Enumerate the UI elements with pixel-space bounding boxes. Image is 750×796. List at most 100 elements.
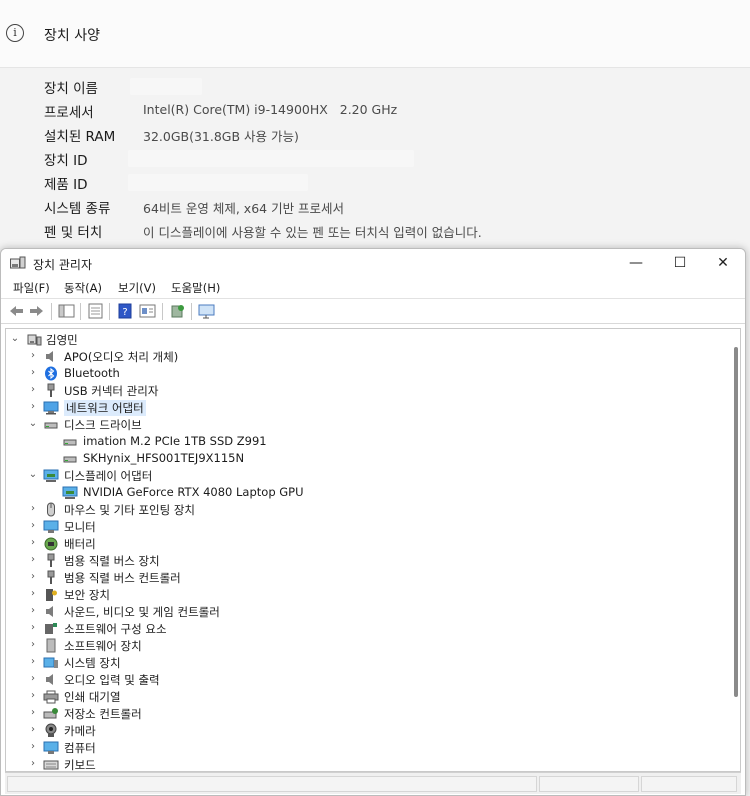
tree-node-computer[interactable]: › 컴퓨터: [6, 739, 406, 756]
tree-node-label: 시스템 장치: [64, 656, 121, 670]
tree-node-usb-connector[interactable]: › USB 커넥터 관리자: [6, 382, 406, 399]
properties-icon[interactable]: [87, 303, 104, 319]
network-adapter-icon: [43, 401, 59, 415]
collapse-chevron-icon[interactable]: ›: [28, 503, 38, 515]
collapse-chevron-icon[interactable]: ›: [28, 707, 38, 719]
collapse-chevron-icon[interactable]: ›: [28, 741, 38, 753]
tree-node-keyboard[interactable]: › 키보드: [6, 756, 406, 771]
collapse-chevron-icon[interactable]: ›: [28, 605, 38, 617]
tree-node-system-devices[interactable]: › 시스템 장치: [6, 654, 406, 671]
menu-file[interactable]: 파일(F): [13, 280, 50, 296]
collapse-chevron-icon[interactable]: ›: [28, 656, 38, 668]
tree-node-label: 모니터: [64, 520, 96, 534]
monitor-properties-icon[interactable]: [198, 303, 215, 319]
tree-node-mouse[interactable]: › 마우스 및 기타 포인팅 장치: [6, 501, 406, 518]
expand-chevron-icon[interactable]: ⌄: [28, 418, 38, 430]
menu-help[interactable]: 도움말(H): [171, 280, 220, 296]
show-hide-tree-icon[interactable]: [58, 303, 75, 319]
collapse-chevron-icon[interactable]: ›: [28, 690, 38, 702]
tree-node-storage-controllers[interactable]: › 저장소 컨트롤러: [6, 705, 406, 722]
tree-node-audio-io[interactable]: › 오디오 입력 및 출력: [6, 671, 406, 688]
collapse-chevron-icon[interactable]: ›: [28, 537, 38, 549]
tree-node-battery[interactable]: › 배터리: [6, 535, 406, 552]
collapse-chevron-icon[interactable]: ›: [28, 622, 38, 634]
collapse-chevron-icon[interactable]: ›: [28, 673, 38, 685]
storage-controller-icon: [43, 708, 58, 719]
minimize-button[interactable]: —: [613, 249, 659, 277]
tree-node-display-adapters[interactable]: ⌄ 디스플레이 어댑터: [6, 467, 406, 484]
device-tree[interactable]: ⌄ 김영민 › APO(오디오 처리 개체) › Bluetooth › USB…: [5, 328, 741, 772]
tree-node-label-selected: 네트워크 어댑터: [64, 400, 146, 416]
tree-node-label: APO(오디오 처리 개체): [64, 350, 179, 364]
view-icon[interactable]: [139, 303, 156, 319]
collapse-chevron-icon[interactable]: ›: [28, 758, 38, 770]
tree-node-network-adapter[interactable]: › 네트워크 어댑터: [6, 399, 406, 416]
display-adapter-icon: [62, 486, 78, 499]
menu-view[interactable]: 보기(V): [118, 280, 156, 296]
tree-child-gpu[interactable]: NVIDIA GeForce RTX 4080 Laptop GPU: [6, 484, 406, 501]
status-cell: [641, 776, 737, 792]
tree-node-usb-controllers[interactable]: › 범용 직렬 버스 컨트롤러: [6, 569, 406, 586]
tree-node-print-queue[interactable]: › 인쇄 대기열: [6, 688, 406, 705]
tree-node-usb-devices[interactable]: › 범용 직렬 버스 장치: [6, 552, 406, 569]
tree-node-label: 범용 직렬 버스 컨트롤러: [64, 571, 181, 585]
display-adapter-icon: [43, 469, 59, 482]
device-manager-window[interactable]: 장치 관리자 — ☐ ✕ 파일(F) 동작(A) 보기(V) 도움말(H) ? …: [0, 248, 746, 796]
device-spec-header[interactable]: i 장치 사양: [0, 0, 750, 68]
tree-node-security[interactable]: › 보안 장치: [6, 586, 406, 603]
toolbar-separator: [162, 303, 163, 320]
tree-node-disk-drives[interactable]: ⌄ 디스크 드라이브: [6, 416, 406, 433]
security-device-icon: [46, 589, 57, 601]
forward-arrow-icon[interactable]: [28, 303, 45, 319]
close-button[interactable]: ✕: [700, 249, 745, 277]
print-queue-icon: [43, 690, 59, 704]
tree-node-label: 보안 장치: [64, 588, 110, 602]
tree-node-software-components[interactable]: › 소프트웨어 구성 요소: [6, 620, 406, 637]
back-arrow-icon[interactable]: [8, 303, 25, 319]
spec-label: 장치 ID: [44, 153, 88, 169]
tree-child-ssd-skhynix[interactable]: SKHynix_HFS001TEJ9X115N: [6, 450, 406, 467]
spec-row-device-id: 장치 ID: [0, 146, 750, 170]
maximize-button[interactable]: ☐: [657, 249, 703, 277]
collapse-chevron-icon[interactable]: ›: [28, 554, 38, 566]
tree-node-label: USB 커넥터 관리자: [64, 384, 159, 398]
collapse-chevron-icon[interactable]: ›: [28, 639, 38, 651]
spec-row-device-name: 장치 이름: [0, 74, 750, 98]
scan-hardware-icon[interactable]: [169, 303, 186, 319]
audio-io-icon: [46, 674, 53, 685]
camera-icon: [45, 723, 57, 737]
tree-child-label: NVIDIA GeForce RTX 4080 Laptop GPU: [83, 485, 304, 499]
tree-root[interactable]: ⌄ 김영민: [6, 331, 406, 348]
tree-node-sound[interactable]: › 사운드, 비디오 및 게임 컨트롤러: [6, 603, 406, 620]
tree-child-ssd-imation[interactable]: imation M.2 PCIe 1TB SSD Z991: [6, 433, 406, 450]
tree-child-label: SKHynix_HFS001TEJ9X115N: [83, 451, 245, 465]
collapse-chevron-icon[interactable]: ›: [28, 571, 38, 583]
tree-node-camera[interactable]: › 카메라: [6, 722, 406, 739]
expand-chevron-icon[interactable]: ⌄: [28, 469, 38, 481]
help-icon[interactable]: ?: [117, 303, 134, 319]
status-bar: [5, 772, 741, 794]
collapse-chevron-icon[interactable]: ›: [28, 724, 38, 736]
software-component-icon: [45, 623, 57, 634]
tree-node-apo[interactable]: › APO(오디오 처리 개체): [6, 348, 406, 365]
tree-node-label: Bluetooth: [64, 366, 120, 380]
computer-icon: [43, 741, 59, 754]
tree-node-monitor[interactable]: › 모니터: [6, 518, 406, 535]
tree-node-label: 디스크 드라이브: [64, 418, 142, 432]
tree-node-software-devices[interactable]: › 소프트웨어 장치: [6, 637, 406, 654]
collapse-chevron-icon[interactable]: ›: [28, 384, 38, 396]
title-bar[interactable]: 장치 관리자 — ☐ ✕: [1, 249, 745, 277]
spec-row-pen-touch: 펜 및 터치 이 디스플레이에 사용할 수 있는 펜 또는 터치식 입력이 없습…: [0, 218, 750, 242]
menu-action[interactable]: 동작(A): [64, 280, 102, 296]
spec-rows: 장치 이름 프로세서 Intel(R) Core(TM) i9-14900HX …: [0, 74, 750, 242]
collapse-chevron-icon[interactable]: ›: [28, 401, 38, 413]
collapse-chevron-icon[interactable]: ›: [28, 350, 38, 362]
tree-node-bluetooth[interactable]: › Bluetooth: [6, 365, 406, 382]
tree-node-label: 소프트웨어 구성 요소: [64, 622, 167, 636]
collapse-chevron-icon[interactable]: ›: [28, 367, 38, 379]
expand-chevron-icon[interactable]: ⌄: [10, 333, 20, 345]
spec-row-product-id: 제품 ID: [0, 170, 750, 194]
collapse-chevron-icon[interactable]: ›: [28, 520, 38, 532]
collapse-chevron-icon[interactable]: ›: [28, 588, 38, 600]
vertical-scrollbar[interactable]: [734, 347, 738, 697]
